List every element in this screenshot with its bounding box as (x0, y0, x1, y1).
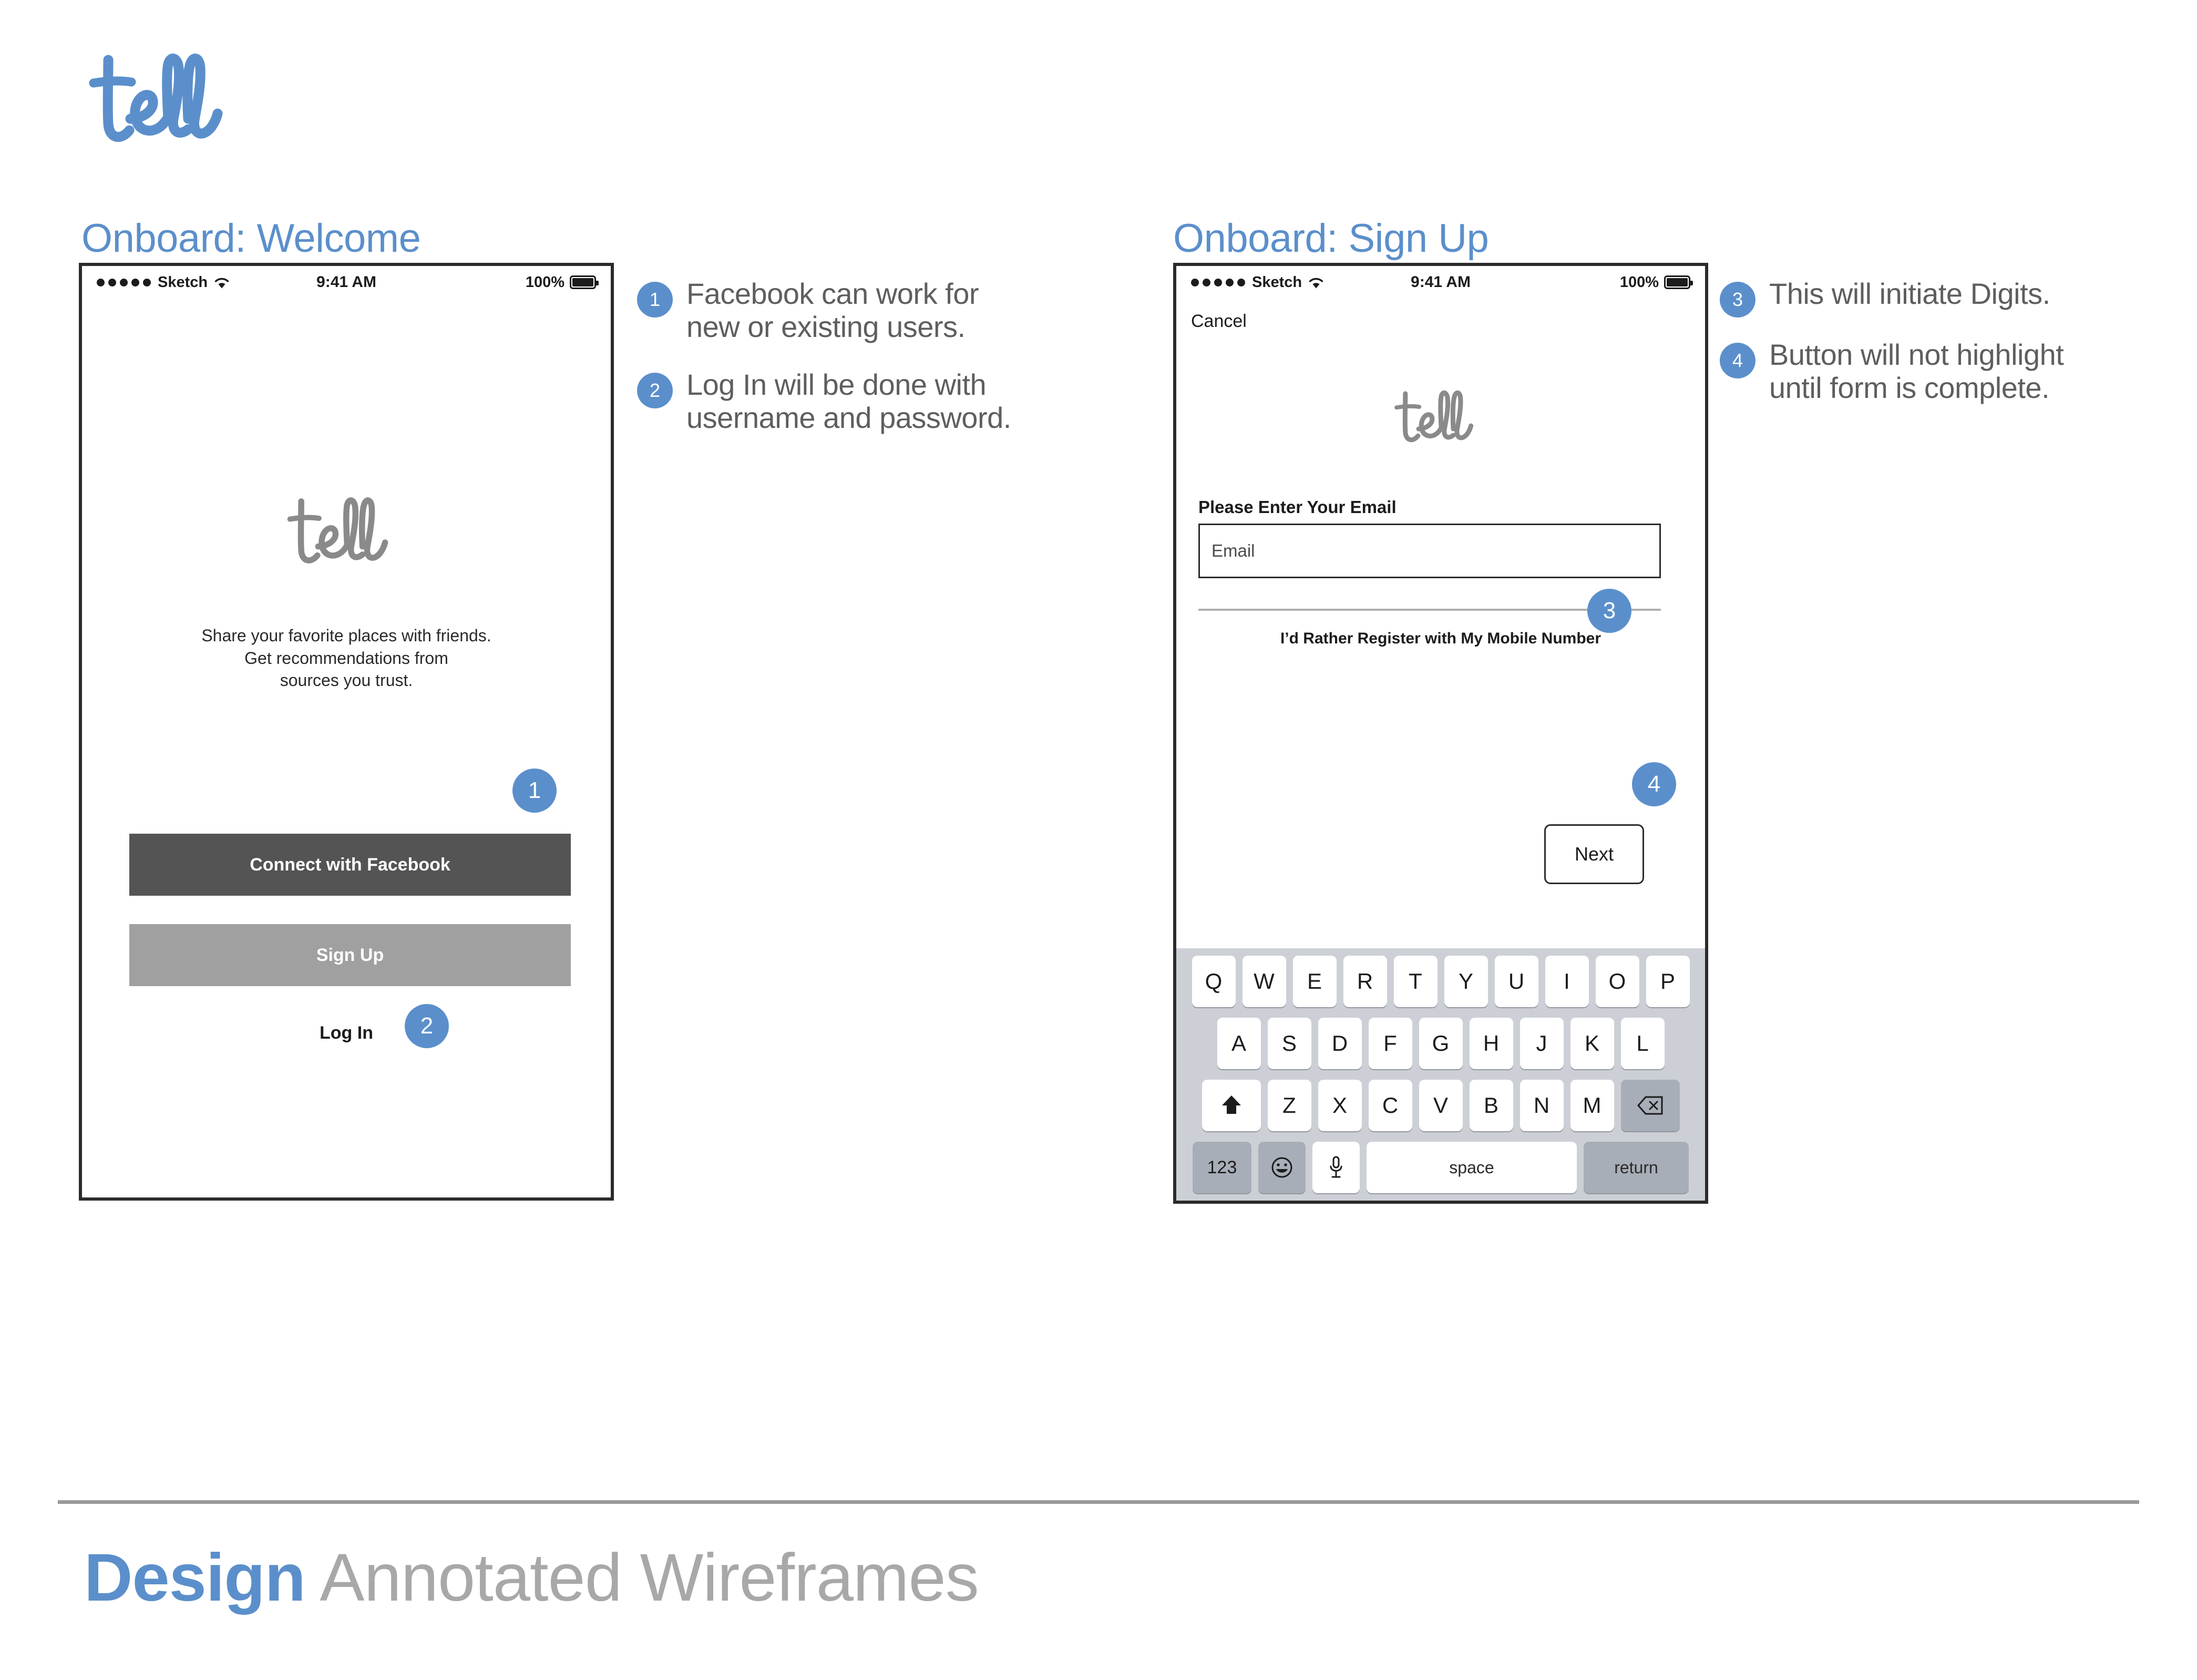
key-i[interactable]: I (1545, 956, 1589, 1007)
key-r[interactable]: R (1343, 956, 1387, 1007)
tagline-line-3: sources you trust. (280, 671, 413, 690)
footer-title: Design Annotated Wireframes (84, 1544, 979, 1612)
footer-divider (58, 1500, 2139, 1504)
key-p[interactable]: P (1646, 956, 1690, 1007)
tagline-line-1: Share your favorite places with friends. (201, 626, 491, 645)
carrier-label: Sketch (158, 273, 208, 291)
wifi-icon (214, 276, 230, 289)
status-bar-right: 100% (1619, 273, 1693, 291)
connect-with-facebook-button[interactable]: Connect with Facebook (129, 834, 571, 896)
wifi-icon (1308, 276, 1324, 289)
backspace-icon[interactable] (1620, 1080, 1680, 1131)
key-a[interactable]: A (1217, 1018, 1261, 1069)
microphone-icon[interactable] (1312, 1142, 1360, 1193)
key-u[interactable]: U (1494, 956, 1538, 1007)
numbers-key[interactable]: 123 (1193, 1142, 1251, 1193)
status-bar-left: Sketch (97, 274, 230, 291)
screen-title-welcome: Onboard: Welcome (81, 216, 421, 261)
key-c[interactable]: C (1368, 1080, 1412, 1131)
annotation-badge-3: 3 (1720, 282, 1755, 317)
annotation-list-right: 3 This will initiate Digits. 4 Button wi… (1720, 277, 2088, 429)
key-m[interactable]: M (1570, 1080, 1614, 1131)
footer-bold-word: Design (84, 1540, 306, 1615)
key-h[interactable]: H (1469, 1018, 1513, 1069)
wireframe-page: Onboard: Welcome Onboard: Sign Up Sketch… (0, 0, 2197, 1680)
battery-icon (1664, 275, 1693, 289)
welcome-tagline: Share your favorite places with friends.… (82, 624, 611, 692)
key-s[interactable]: S (1267, 1018, 1311, 1069)
log-in-link[interactable]: Log In (82, 1023, 611, 1043)
signal-strength-icon (97, 278, 151, 286)
ios-keyboard: Q W E R T Y U I O P A S D F G H J K L Z … (1176, 948, 1705, 1201)
key-e[interactable]: E (1292, 956, 1337, 1007)
status-bar-welcome: Sketch 9:41 AM 100% (82, 266, 611, 299)
phone-mockup-signup: Sketch 9:41 AM 100% Cancel Please Enter … (1173, 263, 1708, 1204)
app-logo-tell-gray (1393, 387, 1488, 455)
app-logo-tell-gray (286, 493, 407, 580)
key-w[interactable]: W (1242, 956, 1286, 1007)
sign-up-button[interactable]: Sign Up (129, 924, 571, 986)
key-t[interactable]: T (1393, 956, 1438, 1007)
emoji-icon[interactable] (1258, 1142, 1306, 1193)
email-field-label: Please Enter Your Email (1198, 497, 1397, 517)
brand-logo-tell (88, 50, 246, 161)
email-input[interactable]: Email (1198, 524, 1661, 578)
key-v[interactable]: V (1419, 1080, 1463, 1131)
key-j[interactable]: J (1520, 1018, 1564, 1069)
key-f[interactable]: F (1368, 1018, 1412, 1069)
status-bar-right: 100% (525, 273, 599, 291)
callout-badge-4: 4 (1632, 762, 1676, 806)
key-q[interactable]: Q (1192, 956, 1236, 1007)
annotation-badge-1: 1 (637, 282, 673, 317)
key-y[interactable]: Y (1444, 956, 1488, 1007)
email-input-placeholder: Email (1212, 541, 1255, 560)
carrier-label: Sketch (1252, 273, 1302, 291)
return-key[interactable]: return (1584, 1142, 1689, 1193)
signup-screen-body: Cancel Please Enter Your Email Email I’d… (1176, 299, 1705, 1201)
callout-badge-2: 2 (405, 1004, 449, 1048)
register-with-mobile-link[interactable]: I’d Rather Register with My Mobile Numbe… (1176, 630, 1705, 648)
next-button[interactable]: Next (1544, 824, 1644, 884)
key-g[interactable]: G (1419, 1018, 1463, 1069)
key-l[interactable]: L (1620, 1018, 1665, 1069)
annotation-item: 3 This will initiate Digits. (1720, 277, 2088, 317)
keyboard-row-3: Z X C V B N M (1180, 1080, 1701, 1131)
screen-title-signup: Onboard: Sign Up (1173, 216, 1489, 261)
key-x[interactable]: X (1318, 1080, 1362, 1131)
annotation-badge-4: 4 (1720, 343, 1755, 378)
battery-percent-label: 100% (1619, 273, 1659, 291)
welcome-screen-body: Share your favorite places with friends.… (82, 299, 611, 1197)
tagline-line-2: Get recommendations from (244, 648, 448, 668)
annotation-text-1: Facebook can work for new or existing us… (686, 277, 979, 343)
annotation-item: 4 Button will not highlight until form i… (1720, 338, 2088, 404)
callout-badge-1: 1 (512, 769, 557, 813)
keyboard-row-4: 123 space return (1180, 1142, 1701, 1193)
annotation-badge-2: 2 (637, 373, 673, 409)
signal-strength-icon (1191, 278, 1245, 286)
keyboard-row-1: Q W E R T Y U I O P (1180, 956, 1701, 1007)
shift-icon[interactable] (1202, 1080, 1261, 1131)
callout-badge-3: 3 (1587, 589, 1631, 633)
annotation-text-4: Button will not highlight until form is … (1769, 338, 2064, 404)
status-bar-signup: Sketch 9:41 AM 100% (1176, 266, 1705, 299)
key-d[interactable]: D (1318, 1018, 1362, 1069)
annotation-text-2: Log In will be done with username and pa… (686, 368, 1011, 435)
status-bar-left: Sketch (1191, 274, 1324, 291)
key-k[interactable]: K (1570, 1018, 1614, 1069)
battery-icon (570, 275, 599, 289)
keyboard-row-2: A S D F G H J K L (1180, 1018, 1701, 1069)
cancel-button[interactable]: Cancel (1191, 311, 1247, 332)
annotation-item: 2 Log In will be done with username and … (637, 368, 1036, 434)
footer-light-words: Annotated Wireframes (305, 1540, 979, 1615)
phone-mockup-welcome: Sketch 9:41 AM 100% Share your favorite … (79, 263, 614, 1201)
space-key[interactable]: space (1367, 1142, 1577, 1193)
key-z[interactable]: Z (1267, 1080, 1311, 1131)
annotation-item: 1 Facebook can work for new or existing … (637, 277, 1036, 343)
annotation-text-3: This will initiate Digits. (1769, 277, 2050, 310)
key-b[interactable]: B (1469, 1080, 1513, 1131)
key-n[interactable]: N (1520, 1080, 1564, 1131)
battery-percent-label: 100% (525, 273, 564, 291)
annotation-list-left: 1 Facebook can work for new or existing … (637, 277, 1036, 460)
key-o[interactable]: O (1595, 956, 1639, 1007)
